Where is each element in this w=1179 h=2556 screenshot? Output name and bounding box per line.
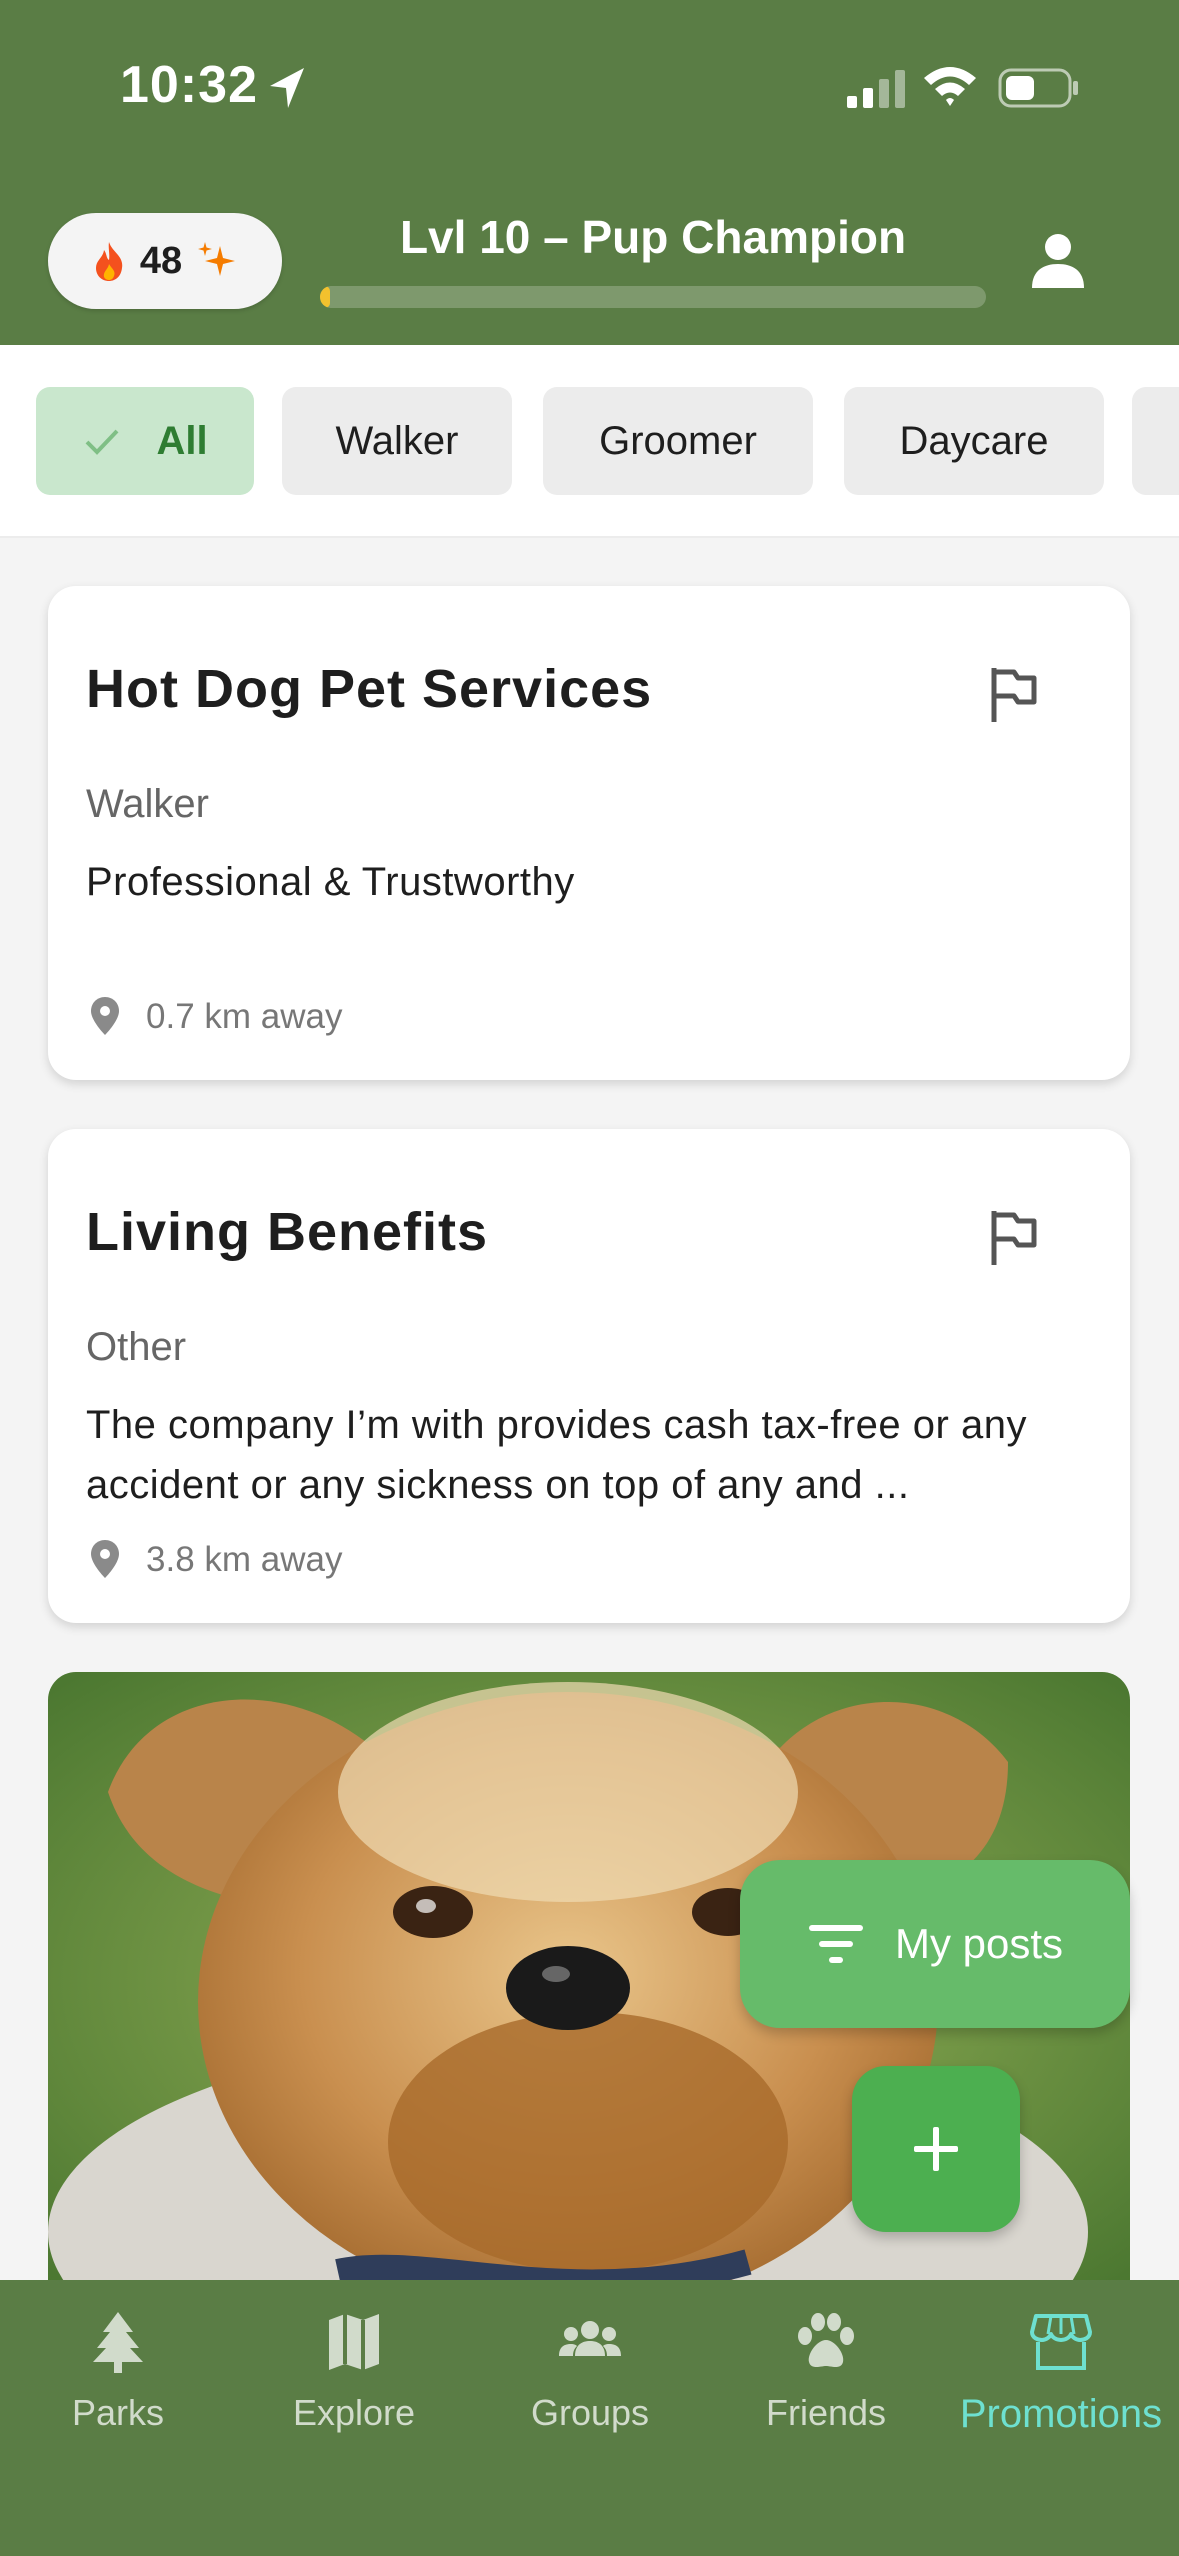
plus-icon xyxy=(914,2127,958,2171)
nav-parks-label: Parks xyxy=(71,2392,165,2433)
add-post-button[interactable] xyxy=(852,2066,1020,2232)
nav-explore-label: Explore xyxy=(292,2392,416,2433)
nav-friends-label: Friends xyxy=(765,2392,887,2433)
listing-description: The company I’m with provides cash tax-f… xyxy=(86,1403,1027,1507)
nav-explore[interactable]: Explore xyxy=(236,2310,472,2434)
my-posts-label: My posts xyxy=(894,1920,1064,1967)
chip-more-partial[interactable] xyxy=(1132,387,1179,495)
map-icon xyxy=(329,2314,379,2370)
flag-icon[interactable] xyxy=(984,1207,1044,1269)
xp-progress-bar xyxy=(320,286,986,308)
nav-promotions-label: Promotions xyxy=(959,2392,1163,2436)
listing-distance: 0.7 km away xyxy=(146,997,343,1036)
category-filter-bar: All Walker Groomer Daycare xyxy=(0,345,1179,538)
flag-icon[interactable] xyxy=(984,664,1044,726)
nav-parks[interactable]: Parks xyxy=(0,2310,236,2434)
fire-icon xyxy=(95,242,123,281)
paw-icon xyxy=(798,2313,854,2367)
listing-category: Walker xyxy=(86,782,209,826)
chip-all-label: All xyxy=(156,418,208,463)
check-icon xyxy=(86,429,119,455)
listing-title: Living Benefits xyxy=(86,1202,489,1262)
app-header: 10:32 48 Lvl 10 – Pup Champion xyxy=(0,0,1179,345)
nav-groups[interactable]: Groups xyxy=(472,2310,708,2434)
filter-icon xyxy=(808,1925,863,1963)
chip-walker[interactable]: Walker xyxy=(282,387,512,495)
chip-walker-label: Walker xyxy=(335,418,459,463)
listing-card[interactable]: Living Benefits Other The company I’m wi… xyxy=(48,1129,1130,1623)
chip-daycare[interactable]: Daycare xyxy=(844,387,1104,495)
listing-distance: 3.8 km away xyxy=(146,1540,343,1579)
sparkle-icon xyxy=(198,242,236,276)
signal-icon xyxy=(847,70,905,108)
profile-icon[interactable] xyxy=(1030,232,1086,290)
location-arrow-icon xyxy=(270,68,304,108)
streak-badge[interactable]: 48 xyxy=(48,213,282,309)
wifi-icon xyxy=(924,67,976,106)
pin-icon xyxy=(91,1540,119,1578)
pin-icon xyxy=(91,997,119,1035)
level-title: Lvl 10 – Pup Champion xyxy=(399,211,907,263)
bottom-nav: Parks Explore Groups Friends Promotions xyxy=(0,2280,1179,2556)
listing-category: Other xyxy=(86,1325,187,1369)
nav-friends[interactable]: Friends xyxy=(708,2310,944,2434)
store-icon xyxy=(1030,2314,1092,2370)
chip-groomer-label: Groomer xyxy=(599,418,757,463)
listing-title: Hot Dog Pet Services xyxy=(86,659,653,719)
status-time: 10:32 xyxy=(120,56,258,114)
chip-daycare-label: Daycare xyxy=(899,418,1049,463)
xp-progress-fill xyxy=(320,286,330,308)
battery-icon xyxy=(998,68,1078,108)
tree-icon xyxy=(93,2312,143,2373)
nav-promotions[interactable]: Promotions xyxy=(943,2310,1179,2437)
groups-icon xyxy=(559,2321,621,2356)
nav-groups-label: Groups xyxy=(530,2392,650,2433)
streak-count: 48 xyxy=(139,239,183,282)
listing-description: Professional & Trustworthy xyxy=(86,860,575,904)
my-posts-button[interactable]: My posts xyxy=(740,1860,1130,2028)
chip-all[interactable]: All xyxy=(36,387,254,495)
chip-groomer[interactable]: Groomer xyxy=(543,387,813,495)
listing-card[interactable]: Hot Dog Pet Services Walker Professional… xyxy=(48,586,1130,1080)
